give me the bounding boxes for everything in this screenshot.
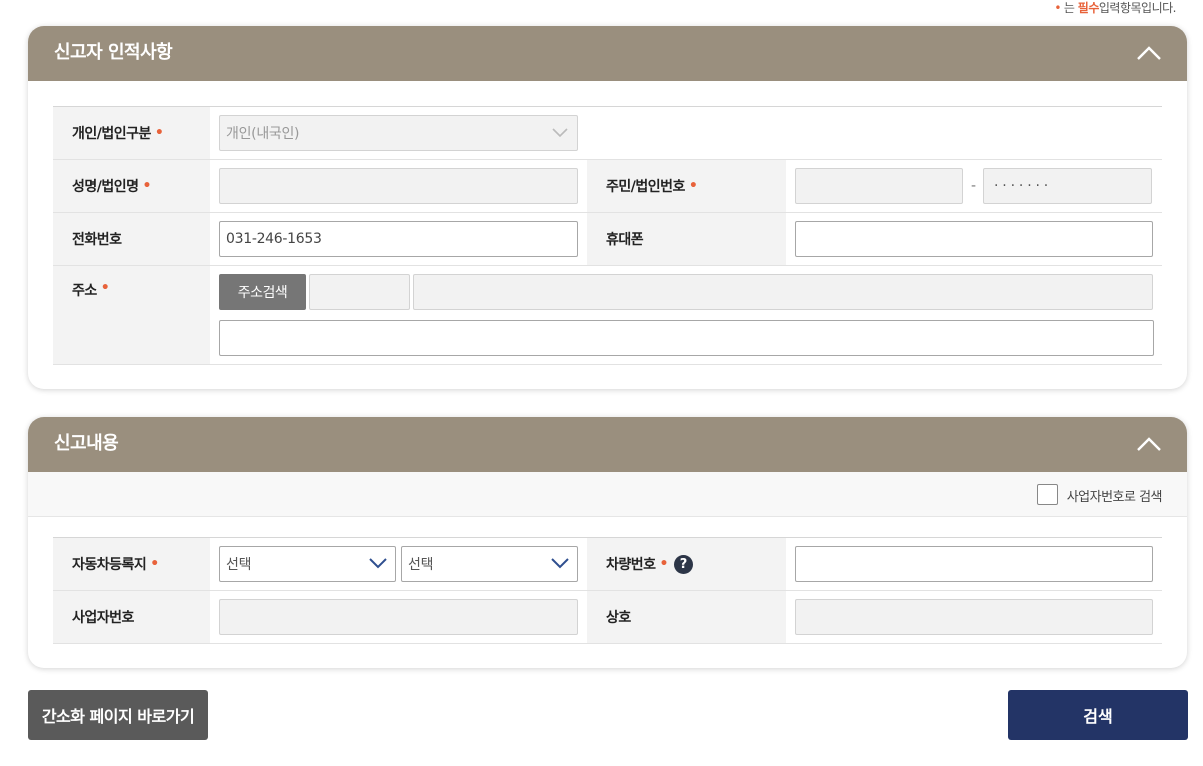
form-row-name: 성명/법인명 • 주민/법인번호 • - · · · · · · · — [53, 160, 1162, 213]
report-content-panel: 신고내용 사업자번호로 검색 자동차등록지 • 선택 선택 차량번호 • ? 사… — [28, 417, 1187, 668]
form-row-phone: 전화번호 031-246-1653 휴대폰 — [53, 213, 1162, 266]
plate-field[interactable] — [795, 546, 1153, 582]
company-label: 상호 — [587, 591, 786, 643]
required-mark: • — [150, 556, 159, 572]
required-note: • 는 필수입력항목입니다. — [1054, 0, 1176, 16]
form-row-type: 개인/법인구분 • 개인(내국인) — [53, 107, 1162, 160]
report-content-title: 신고내용 — [54, 433, 119, 454]
bizno-label: 사업자번호 — [53, 591, 210, 643]
required-mark: • — [142, 178, 152, 194]
idnum-back-field[interactable]: · · · · · · · — [983, 168, 1152, 204]
registration-select-1[interactable]: 선택 — [219, 546, 396, 582]
required-bullet: • — [1054, 1, 1061, 15]
bizno-search-checkbox-label[interactable]: 사업자번호로 검색 — [1067, 486, 1163, 505]
phone-field[interactable]: 031-246-1653 — [219, 221, 578, 257]
registration-select-2[interactable]: 선택 — [401, 546, 578, 582]
address-field[interactable] — [413, 274, 1153, 310]
required-mark: • — [100, 280, 110, 296]
reporter-info-title: 신고자 인적사항 — [54, 42, 173, 63]
required-mark: • — [688, 178, 698, 194]
required-mark: • — [154, 125, 164, 141]
registration-label: 자동차등록지 • — [53, 538, 210, 590]
mobile-label: 휴대폰 — [587, 213, 786, 265]
type-select[interactable]: 개인(내국인) — [219, 115, 578, 151]
reporter-form: 개인/법인구분 • 개인(내국인) 성명/법인명 • 주민/법인번호 • - · · … — [53, 106, 1162, 365]
question-icon[interactable]: ? — [674, 555, 693, 574]
chevron-up-icon[interactable] — [1135, 44, 1163, 62]
chevron-down-icon — [551, 557, 569, 573]
bizno-search-bar: 사업자번호로 검색 — [28, 472, 1187, 517]
reporter-info-header[interactable]: 신고자 인적사항 — [28, 26, 1187, 81]
address-search-button[interactable]: 주소검색 — [219, 274, 306, 310]
form-row-bizno: 사업자번호 상호 — [53, 591, 1162, 644]
type-label: 개인/법인구분 • — [53, 107, 210, 159]
chevron-down-icon — [369, 557, 387, 573]
mobile-field[interactable] — [795, 221, 1153, 257]
phone-label: 전화번호 — [53, 213, 210, 265]
required-mark: • — [659, 556, 669, 572]
reporter-info-panel: 신고자 인적사항 개인/법인구분 • 개인(내국인) 성명/법인명 • 주민/법… — [28, 26, 1187, 389]
search-button[interactable]: 검색 — [1008, 690, 1188, 740]
zipcode-field[interactable] — [309, 274, 410, 310]
report-form: 자동차등록지 • 선택 선택 차량번호 • ? 사업자번호 상호 — [53, 537, 1162, 644]
required-note-highlight: 필수 — [1077, 1, 1100, 15]
company-field[interactable] — [795, 599, 1153, 635]
idnum-dash: - — [971, 178, 977, 194]
name-label: 성명/법인명 • — [53, 160, 210, 212]
form-row-registration: 자동차등록지 • 선택 선택 차량번호 • ? — [53, 538, 1162, 591]
required-note-suffix: 입력항목입니다. — [1098, 1, 1177, 15]
address-label: 주소 • — [53, 266, 210, 364]
idnum-front-field[interactable] — [795, 168, 963, 204]
chevron-up-icon[interactable] — [1135, 435, 1163, 453]
required-note-prefix: 는 — [1063, 1, 1075, 15]
bizno-field[interactable] — [219, 599, 578, 635]
chevron-down-icon — [551, 126, 569, 142]
report-content-header[interactable]: 신고내용 — [28, 417, 1187, 472]
simple-page-button[interactable]: 간소화 페이지 바로가기 — [28, 690, 208, 740]
address-detail-field[interactable] — [219, 320, 1154, 356]
idnum-label: 주민/법인번호 • — [587, 160, 786, 212]
bizno-search-checkbox[interactable] — [1037, 484, 1058, 505]
name-field[interactable] — [219, 168, 578, 204]
form-row-address: 주소 • 주소검색 — [53, 266, 1162, 365]
